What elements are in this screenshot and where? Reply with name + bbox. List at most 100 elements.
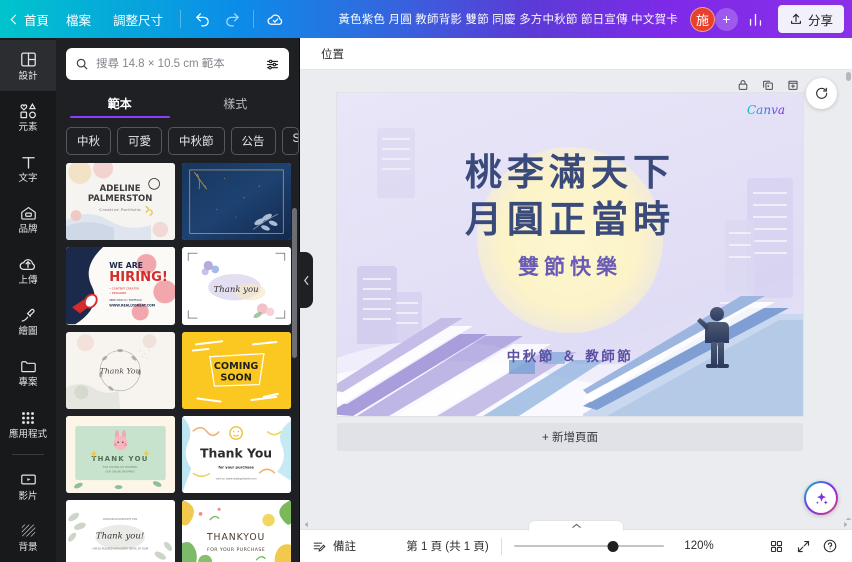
status-bar-right (764, 534, 852, 558)
svg-text:FOR VISITING OR SHOPPING: FOR VISITING OR SHOPPING (103, 465, 138, 469)
sidebar-item-brand[interactable]: 品牌 (0, 193, 56, 244)
search-icon (76, 58, 88, 70)
magic-ai-button[interactable] (804, 481, 838, 515)
status-bar: 備註 第 1 頁 (共 1 頁) 120% (300, 520, 852, 562)
svg-text:FOR YOUR PURCHASE: FOR YOUR PURCHASE (207, 547, 265, 553)
page-indicator: 第 1 頁 (共 1 頁) (406, 541, 489, 553)
svg-text:WWW.REALLYGREAT.COM: WWW.REALLYGREAT.COM (109, 304, 155, 308)
page-zoom-controls: 第 1 頁 (共 1 頁) 120% (356, 537, 764, 555)
list-item[interactable]: THANKYOU FOR YOUR PURCHASE (182, 500, 291, 562)
sidebar-item-projects[interactable]: 專案 (0, 347, 56, 398)
fullscreen-button[interactable] (791, 534, 815, 558)
list-item[interactable]: Thank you (182, 247, 291, 325)
home-button[interactable]: 首頁 (8, 5, 55, 33)
list-item[interactable]: Thank You for your purchase visit us: ww… (182, 415, 291, 494)
canvas-scrollbar-top[interactable] (846, 72, 851, 81)
sidebar-item-text[interactable]: 文字 (0, 142, 56, 193)
list-item[interactable]: COMING SOON (182, 331, 291, 409)
notes-button[interactable]: 備註 (300, 538, 356, 554)
status-divider (500, 537, 502, 555)
add-page-strip[interactable]: + 新增頁面 (337, 423, 803, 451)
search-box[interactable] (66, 48, 289, 80)
sidebar-item-video[interactable]: 影片 (0, 460, 56, 511)
zoom-slider[interactable] (513, 539, 664, 553)
brand-icon (19, 203, 38, 223)
list-item[interactable]: ADELINE PALMERSTON Creative Portfolio (66, 163, 175, 241)
scroll-left-arrow-icon (304, 521, 308, 528)
svg-text:PALMERSTON: PALMERSTON (88, 194, 153, 204)
sidebar-item-draw[interactable]: 繪圖 (0, 296, 56, 347)
svg-text:• DESIGNER: • DESIGNER (109, 291, 126, 295)
chip-overflow[interactable]: S (281, 127, 299, 155)
share-label: 分享 (807, 13, 833, 28)
zoom-slider-track (513, 545, 664, 547)
elements-icon (18, 101, 38, 121)
rail-divider (12, 453, 44, 455)
list-item[interactable]: Thank You (66, 331, 175, 409)
grid-view-button[interactable] (764, 534, 788, 558)
position-toolbar: 位置 (300, 38, 852, 70)
search-input[interactable] (96, 58, 258, 70)
list-item[interactable]: WE ARE HIRING! • CONTENT CREATOR • DESIG… (66, 247, 175, 325)
design-title: 桃李滿天下 月圓正當時 (337, 149, 803, 242)
sidebar-item-apps[interactable]: 應用程式 (0, 398, 56, 449)
magic-sparkle-icon (815, 491, 828, 505)
document-title[interactable]: 黃色紫色 月圓 教師背影 雙節 同慶 多方中秋節 節日宣傳 中文賀卡 (332, 8, 684, 30)
chip-midautumn-festival[interactable]: 中秋節 (168, 127, 225, 155)
avatar[interactable]: 施 (689, 6, 715, 32)
chip-midautumn[interactable]: 中秋 (66, 127, 111, 155)
search-area (56, 38, 299, 86)
position-button[interactable]: 位置 (314, 42, 351, 66)
svg-text:WWW.REALLYGREATSITE.COM: WWW.REALLYGREATSITE.COM (103, 518, 137, 521)
design-title-line1: 桃李滿天下 (465, 150, 675, 194)
sidebar-item-elements[interactable]: 元素 (0, 91, 56, 142)
page-panel-handle[interactable] (528, 520, 624, 531)
left-rail: 設計 元素 文字 品牌 上傳 繪圖 專案 應用程式 影片 背景 (0, 38, 56, 562)
tab-styles[interactable]: 樣式 (178, 88, 294, 118)
insights-icon[interactable] (741, 5, 771, 33)
file-menu-button[interactable]: 檔案 (55, 5, 102, 33)
template-grid-scroll[interactable]: ADELINE PALMERSTON Creative Portfolio WE… (56, 163, 299, 562)
panel-scrollbar[interactable] (292, 208, 297, 358)
scroll-right-arrow-icon (844, 521, 848, 528)
sidebar-item-uploads[interactable]: 上傳 (0, 244, 56, 295)
template-grid: ADELINE PALMERSTON Creative Portfolio WE… (66, 163, 291, 562)
sidebar-item-background[interactable]: 背景 (0, 511, 56, 562)
sidebar-item-label: 應用程式 (8, 428, 47, 440)
canvas-area[interactable]: Canva 桃李滿天下 月圓正當時 雙節快樂 中秋節 ＆ 教師節 + 新增頁面 (300, 70, 852, 529)
design-subtitle: 雙節快樂 (518, 254, 622, 279)
chip-announcement[interactable]: 公告 (230, 127, 276, 155)
svg-text:Thank you: Thank you (214, 285, 259, 295)
list-item[interactable]: WWW.REALLYGREATSITE.COM Thank you! I AM … (66, 500, 175, 562)
sidebar-item-label: 背景 (18, 541, 38, 553)
sidebar-item-design[interactable]: 設計 (0, 40, 56, 92)
folder-icon (19, 356, 38, 376)
svg-text:HIRING!: HIRING! (109, 270, 168, 285)
chip-cute[interactable]: 可愛 (117, 127, 162, 155)
redo-button[interactable] (217, 5, 247, 33)
cloud-saved-icon[interactable] (260, 5, 290, 33)
regenerate-button[interactable] (806, 78, 837, 109)
help-button[interactable] (818, 534, 842, 558)
add-collaborator-button[interactable]: + (714, 7, 738, 31)
svg-text:SOON: SOON (220, 372, 251, 383)
svg-text:SEND YOUR CV / PORTFOLIO: SEND YOUR CV / PORTFOLIO (109, 299, 142, 302)
zoom-slider-knob[interactable] (607, 540, 619, 552)
list-item[interactable]: THANK YOU FOR VISITING OR SHOPPING OUR O… (66, 415, 175, 494)
undo-button[interactable] (187, 5, 217, 33)
canva-watermark: Canva (747, 103, 785, 117)
tab-templates[interactable]: 範本 (62, 88, 178, 118)
svg-text:COMING: COMING (214, 361, 259, 372)
sidebar-item-label: 品牌 (18, 224, 38, 236)
sidebar-item-label: 設計 (18, 70, 38, 82)
svg-text:THANKYOU: THANKYOU (206, 532, 265, 543)
list-item[interactable] (182, 163, 291, 241)
design-canvas[interactable]: Canva 桃李滿天下 月圓正當時 雙節快樂 中秋節 ＆ 教師節 (337, 93, 803, 416)
collapse-panel-button[interactable] (299, 252, 313, 308)
share-button[interactable]: 分享 (777, 5, 844, 33)
svg-text:I AM SO PLEASED WITH EVERY DET: I AM SO PLEASED WITH EVERY DETAIL OF YOU… (92, 548, 149, 551)
top-toolbar-left: 首頁 檔案 調整尺寸 (0, 5, 290, 33)
draw-icon (19, 305, 38, 325)
text-icon (19, 152, 38, 172)
resize-button[interactable]: 調整尺寸 (102, 5, 174, 33)
